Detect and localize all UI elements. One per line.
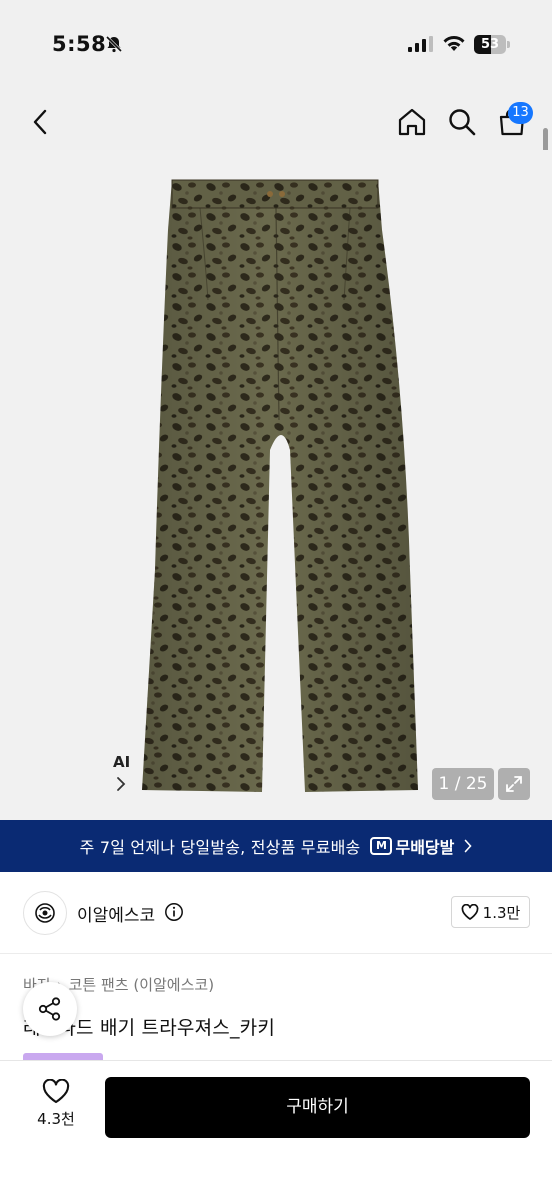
battery-level: 53	[480, 37, 500, 52]
status-bar: 5:58 53	[0, 0, 552, 90]
truck-icon: M	[370, 837, 393, 855]
breadcrumb-subcategory[interactable]: 코튼 팬츠 (이알에스코)	[69, 974, 214, 995]
image-page-counter: 1 / 25	[432, 768, 494, 800]
home-button[interactable]	[390, 100, 434, 144]
home-icon	[398, 108, 426, 136]
search-icon	[449, 109, 476, 136]
promo-text: 주 7일 언제나 당일발송, 전상품 무료배송	[79, 838, 361, 857]
chevron-right-icon	[465, 839, 472, 853]
brand-row[interactable]: 이알에스코 1.3만	[0, 872, 552, 954]
chevron-right-icon[interactable]	[116, 776, 126, 792]
free-shipping-banner[interactable]: 주 7일 언제나 당일발송, 전상품 무료배송 M 무배당발	[0, 820, 552, 872]
leopard-pants-image	[142, 179, 418, 792]
product-like-button[interactable]: 4.3천	[28, 1079, 84, 1139]
share-button[interactable]	[23, 982, 77, 1036]
brand-logo[interactable]	[23, 891, 67, 935]
bell-slash-icon	[105, 35, 123, 53]
brand-logo-icon	[35, 903, 55, 923]
product-like-count: 4.3천	[37, 1110, 75, 1128]
share-icon	[38, 997, 61, 1021]
wifi-icon	[443, 36, 465, 51]
battery-indicator: 53	[474, 35, 510, 54]
promo-logo: M 무배당발	[370, 834, 454, 858]
bottom-action-bar: 4.3천 구매하기	[0, 1060, 552, 1200]
ai-label[interactable]: AI	[113, 753, 130, 771]
cart-count-badge: 13	[508, 102, 533, 124]
product-image[interactable]: AI 1 / 25	[0, 150, 552, 951]
info-icon[interactable]	[164, 902, 184, 922]
brand-like-count: 1.3만	[482, 903, 521, 922]
heart-icon	[42, 1079, 70, 1104]
brand-like-button[interactable]: 1.3만	[451, 896, 530, 928]
expand-image-button[interactable]	[498, 768, 530, 800]
back-button[interactable]	[20, 100, 60, 144]
status-time: 5:58	[52, 32, 107, 56]
chevron-left-icon	[33, 109, 47, 135]
heart-icon	[461, 904, 479, 920]
top-nav-bar	[0, 90, 552, 154]
signal-icon	[408, 36, 433, 52]
brand-name[interactable]: 이알에스코	[77, 901, 155, 926]
promo-logo-text: 무배당발	[395, 838, 455, 857]
expand-icon	[506, 776, 522, 792]
buy-button[interactable]: 구매하기	[105, 1077, 530, 1138]
search-button[interactable]	[440, 100, 484, 144]
